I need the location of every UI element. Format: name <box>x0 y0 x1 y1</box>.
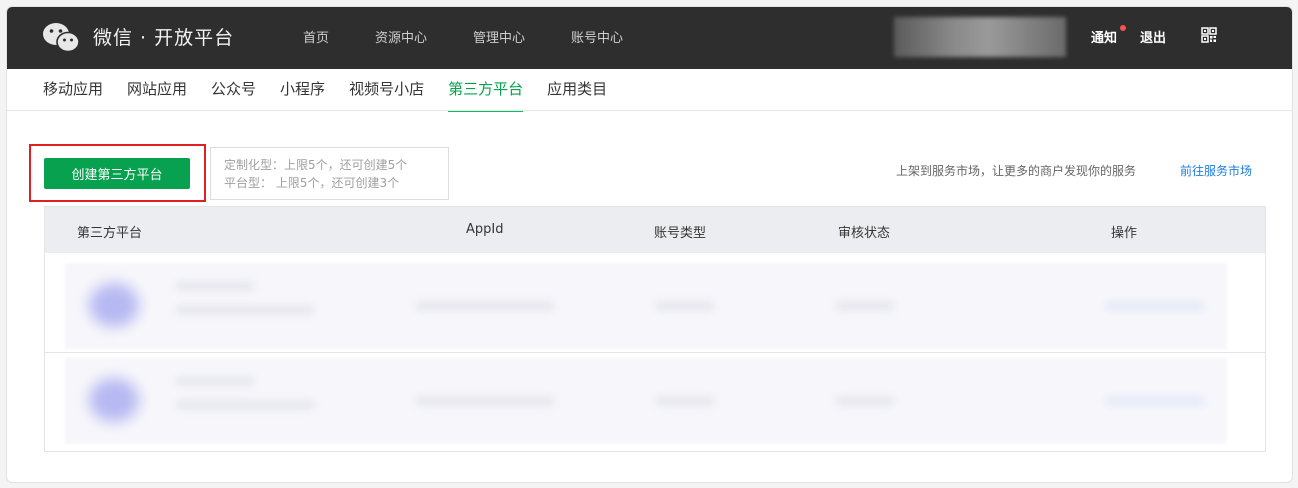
table-row[interactable] <box>65 263 1227 349</box>
nav-item-resources[interactable]: 资源中心 <box>375 27 427 46</box>
nav-item-account[interactable]: 账号中心 <box>571 27 623 46</box>
platform-desc-blurred <box>175 400 315 410</box>
platform-avatar-blurred <box>89 378 139 422</box>
column-header-review-status: 审核状态 <box>838 226 891 241</box>
category-tabs: 移动应用 网站应用 公众号 小程序 视频号小店 第三方平台 应用类目 <box>43 69 631 112</box>
platform-avatar-blurred <box>89 283 139 327</box>
column-header-platform: 第三方平台 <box>77 226 143 241</box>
review-status-blurred <box>835 301 895 311</box>
account-type-blurred <box>655 396 715 406</box>
row-actions-blurred[interactable] <box>1105 301 1205 311</box>
qr-code-icon[interactable] <box>1201 27 1217 43</box>
column-header-actions: 操作 <box>1111 226 1138 241</box>
account-type-blurred <box>655 301 715 311</box>
nav-item-home[interactable]: 首页 <box>303 27 329 46</box>
tab-third-party-platform[interactable]: 第三方平台 <box>448 69 524 112</box>
logout-link[interactable]: 退出 <box>1140 27 1166 46</box>
wechat-logo-icon[interactable] <box>41 21 81 55</box>
top-navigation-bar: 微信 · 开放平台 首页 资源中心 管理中心 账号中心 通知 退出 <box>7 7 1292 69</box>
brand-title[interactable]: 微信 · 开放平台 <box>93 23 234 50</box>
platform-desc-blurred <box>175 305 315 315</box>
nav-item-management[interactable]: 管理中心 <box>473 27 525 46</box>
column-header-account-type: 账号类型 <box>654 226 707 241</box>
column-header-appid: AppId <box>466 222 504 237</box>
platform-table: 第三方平台 AppId 账号类型 审核状态 操作 <box>44 206 1266 452</box>
appid-blurred <box>415 396 555 406</box>
platform-name-blurred <box>175 281 255 291</box>
main-nav: 首页 资源中心 管理中心 账号中心 <box>303 27 669 46</box>
go-to-service-market-link[interactable]: 前往服务市场 <box>1180 162 1252 179</box>
tab-official-account[interactable]: 公众号 <box>211 69 256 111</box>
tab-app-category[interactable]: 应用类目 <box>547 69 607 111</box>
tab-website-app[interactable]: 网站应用 <box>127 69 187 111</box>
table-row[interactable] <box>65 358 1227 444</box>
tab-mini-program[interactable]: 小程序 <box>280 69 325 111</box>
user-info-blurred[interactable] <box>894 17 1066 57</box>
row-actions-blurred[interactable] <box>1105 396 1205 406</box>
quota-custom: 定制化型：上限5个，还可创建5个 <box>224 158 408 172</box>
table-header: 第三方平台 AppId 账号类型 审核状态 操作 <box>45 207 1265 253</box>
row-divider <box>45 352 1265 353</box>
tab-mobile-app[interactable]: 移动应用 <box>43 69 103 111</box>
quota-info: 定制化型：上限5个，还可创建5个 平台型： 上限5个，还可创建3个 <box>210 147 449 200</box>
market-promo-text: 上架到服务市场，让更多的商户发现你的服务 <box>896 164 1137 178</box>
tabs-divider <box>7 110 1292 111</box>
platform-name-blurred <box>175 376 255 386</box>
notification-dot-icon <box>1120 25 1126 31</box>
quota-platform: 平台型： 上限5个，还可创建3个 <box>224 176 400 190</box>
tab-channels-shop[interactable]: 视频号小店 <box>349 69 424 111</box>
notify-link[interactable]: 通知 <box>1091 27 1117 46</box>
review-status-blurred <box>835 396 895 406</box>
appid-blurred <box>415 301 555 311</box>
create-third-party-platform-button[interactable]: 创建第三方平台 <box>44 158 190 189</box>
app-window: 微信 · 开放平台 首页 资源中心 管理中心 账号中心 通知 退出 移动应用 网… <box>6 6 1293 483</box>
